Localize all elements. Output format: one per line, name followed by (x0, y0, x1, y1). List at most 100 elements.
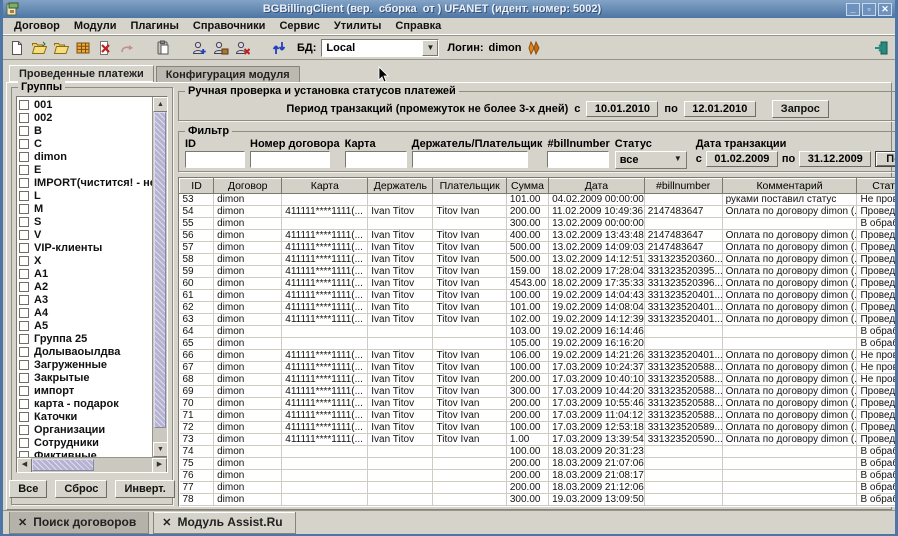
group-list-item[interactable]: M (19, 202, 152, 215)
tab-inactive[interactable]: Конфигурация модуля (156, 66, 300, 82)
checkbox[interactable] (19, 217, 29, 227)
checkbox[interactable] (19, 308, 29, 318)
menu-item[interactable]: Утилиты (327, 19, 389, 33)
column-header[interactable]: Держатель (368, 179, 433, 194)
group-list-item[interactable]: B (19, 124, 152, 137)
table-row[interactable]: 76dimon200.0018.03.2009 21:08:17В обрабо… (180, 470, 898, 482)
table-row[interactable]: 62dimon411111****1111(...Ivan TitoTitov … (180, 302, 898, 314)
copy-icon[interactable] (153, 38, 173, 58)
group-list-item[interactable]: A1 (19, 267, 152, 280)
groups-vertical-scrollbar[interactable]: ▲ ▼ (152, 97, 167, 457)
query-button[interactable]: Запрос (772, 100, 829, 118)
table-row[interactable]: 69dimon411111****1111(...Ivan TitovTitov… (180, 386, 898, 398)
menu-item[interactable]: Договор (7, 19, 67, 33)
table-row[interactable]: 70dimon411111****1111(...Ivan TitovTitov… (180, 398, 898, 410)
scroll-down-icon[interactable]: ▼ (153, 442, 167, 457)
date-from-value[interactable]: 01.02.2009 (706, 151, 778, 167)
menu-item[interactable]: Справка (388, 19, 448, 33)
group-list-item[interactable]: V (19, 228, 152, 241)
table-row[interactable]: 75dimon200.0018.03.2009 21:07:06В обрабо… (180, 458, 898, 470)
checkbox[interactable] (19, 191, 29, 201)
group-list-item[interactable]: X (19, 254, 152, 267)
checkbox[interactable] (19, 334, 29, 344)
checkbox[interactable] (19, 295, 29, 305)
minimize-button[interactable]: _ (846, 3, 860, 16)
group-list-item[interactable]: 001 (19, 98, 152, 111)
menu-item[interactable]: Модули (67, 19, 124, 33)
group-list-item[interactable]: Организации (19, 423, 152, 436)
menu-item[interactable]: Сервис (272, 19, 326, 33)
table-row[interactable]: 53dimon101.0004.02.2009 00:00:00руками п… (180, 194, 898, 206)
table-row[interactable]: 57dimon411111****1111(...Ivan TitovTitov… (180, 242, 898, 254)
add-user-icon[interactable] (189, 38, 209, 58)
group-list-item[interactable]: L (19, 189, 152, 202)
column-header[interactable]: Дата (549, 179, 645, 194)
close-button[interactable]: ✕ (878, 3, 892, 16)
group-list-item[interactable]: IMPORT(чистится! - не ста (19, 176, 152, 189)
refresh-icon[interactable] (269, 38, 289, 58)
checkbox[interactable] (19, 321, 29, 331)
table-row[interactable]: 65dimon105.0019.02.2009 16:16:20В обрабо… (180, 338, 898, 350)
group-list-item[interactable]: VIP-клиенты (19, 241, 152, 254)
column-header[interactable]: Сумма (506, 179, 548, 194)
scrollbar-thumb[interactable] (154, 112, 166, 428)
column-header[interactable]: ID (180, 179, 214, 194)
column-header[interactable]: Статус (857, 179, 898, 194)
filter-input[interactable] (547, 151, 609, 168)
checkbox[interactable] (19, 425, 29, 435)
maximize-button[interactable]: ▫ (862, 3, 876, 16)
scroll-left-icon[interactable]: ◀ (17, 458, 32, 473)
table-row[interactable]: 56dimon411111****1111(...Ivan TitovTitov… (180, 230, 898, 242)
table-row[interactable]: 73dimon411111****1111(...Ivan TitovTitov… (180, 434, 898, 446)
scroll-right-icon[interactable]: ▶ (152, 458, 167, 473)
checkbox[interactable] (19, 347, 29, 357)
table-row[interactable]: 54dimon411111****1111(...Ivan TitovTitov… (180, 206, 898, 218)
search-button[interactable]: Поиск (875, 151, 898, 167)
period-to-date[interactable]: 12.01.2010 (684, 101, 756, 117)
checkbox[interactable] (19, 100, 29, 110)
checkbox[interactable] (19, 165, 29, 175)
group-list-item[interactable]: E (19, 163, 152, 176)
scrollbar-thumb[interactable] (32, 459, 94, 471)
table-row[interactable]: 60dimon411111****1111(...Ivan TitovTitov… (180, 278, 898, 290)
exit-icon[interactable] (871, 38, 891, 58)
checkbox[interactable] (19, 373, 29, 383)
checkbox[interactable] (19, 412, 29, 422)
checkbox[interactable] (19, 152, 29, 162)
tab-active[interactable]: Проведенные платежи (9, 65, 154, 82)
date-to-value[interactable]: 31.12.2009 (799, 151, 871, 167)
table-row[interactable]: 77dimon200.0018.03.2009 21:12:06В обрабо… (180, 482, 898, 494)
window-tab[interactable]: ✕Модуль Assist.Ru (153, 512, 295, 534)
filter-input[interactable] (412, 151, 528, 168)
group-list-item[interactable]: C (19, 137, 152, 150)
group-list-item[interactable]: Закрытые (19, 371, 152, 384)
remove-user-icon[interactable] (233, 38, 253, 58)
table-row[interactable]: 72dimon411111****1111(...Ivan TitovTitov… (180, 422, 898, 434)
checkbox[interactable] (19, 126, 29, 136)
checkbox[interactable] (19, 178, 29, 188)
filter-input[interactable] (345, 151, 407, 168)
table-icon[interactable] (73, 38, 93, 58)
checkbox[interactable] (19, 386, 29, 396)
group-list-item[interactable]: Каточки (19, 410, 152, 423)
table-row[interactable]: 71dimon411111****1111(...Ivan TitovTitov… (180, 410, 898, 422)
checkbox[interactable] (19, 282, 29, 292)
checkbox[interactable] (19, 256, 29, 266)
table-row[interactable]: 68dimon411111****1111(...Ivan TitovTitov… (180, 374, 898, 386)
checkbox[interactable] (19, 243, 29, 253)
group-list-item[interactable]: Загруженные (19, 358, 152, 371)
menu-item[interactable]: Справочники (186, 19, 273, 33)
table-row[interactable]: 59dimon411111****1111(...Ivan TitovTitov… (180, 266, 898, 278)
group-list-item[interactable]: Группа 25 (19, 332, 152, 345)
delete-page-icon[interactable] (95, 38, 115, 58)
checkbox[interactable] (19, 139, 29, 149)
column-header[interactable]: Договор (214, 179, 282, 194)
open-folder-icon[interactable] (51, 38, 71, 58)
table-row[interactable]: 58dimon411111****1111(...Ivan TitovTitov… (180, 254, 898, 266)
groups-reset-button[interactable]: Сброс (55, 480, 107, 498)
column-header[interactable]: Плательщик (433, 179, 506, 194)
table-row[interactable]: 55dimon300.0013.02.2009 00:00:00В обрабо… (180, 218, 898, 230)
period-from-date[interactable]: 10.01.2010 (586, 101, 658, 117)
edit-user-icon[interactable] (211, 38, 231, 58)
table-row[interactable]: 61dimon411111****1111(...Ivan TitovTitov… (180, 290, 898, 302)
